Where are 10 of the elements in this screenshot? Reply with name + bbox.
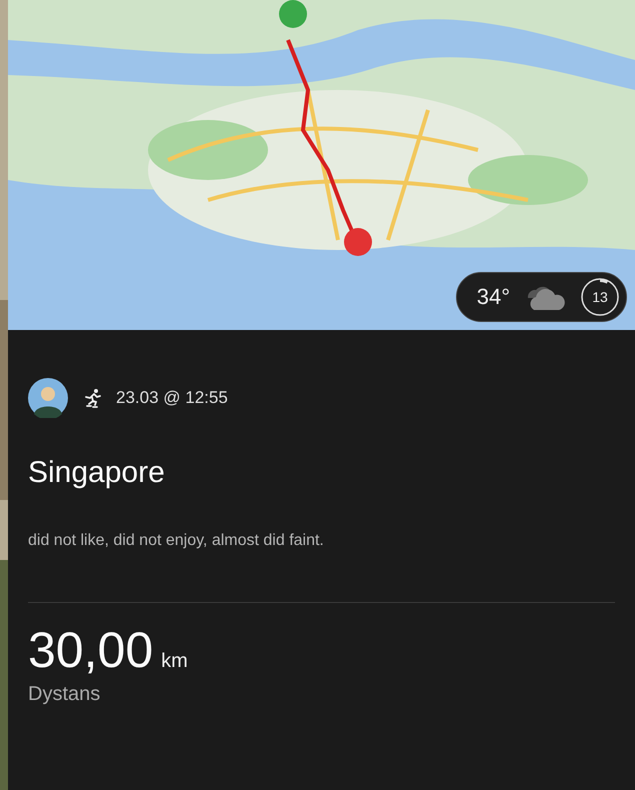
distance-value: 30,00	[28, 621, 154, 679]
distance-unit: km	[161, 650, 188, 673]
activity-description: did not like, did not enjoy, almost did faint.	[28, 532, 325, 550]
skater-icon	[82, 388, 102, 408]
temperature: 34°	[476, 284, 510, 310]
activity-date: 23.03 @ 12:55	[116, 388, 228, 408]
distance-label: Dystans	[28, 683, 102, 706]
activity-title: Singapore	[28, 456, 166, 490]
uv-index: 13	[580, 277, 620, 317]
avatar-icon[interactable]	[28, 378, 68, 418]
